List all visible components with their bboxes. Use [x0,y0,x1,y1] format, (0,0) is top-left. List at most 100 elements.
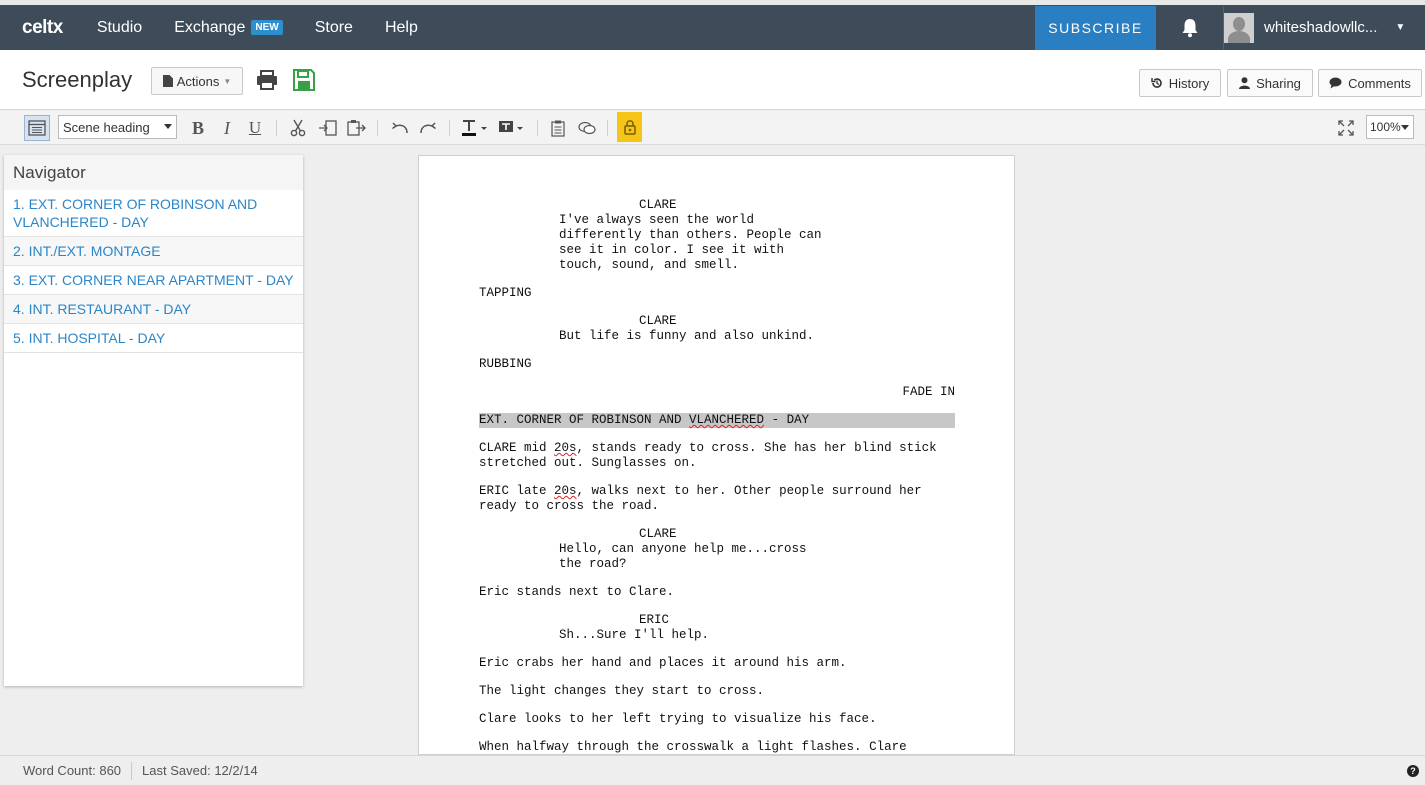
fullscreen-button[interactable] [1336,116,1356,140]
celtx-logo[interactable]: celtx [22,17,63,39]
comment-icon [1329,77,1342,89]
action-line: CLARE mid 20s, stands ready to cross. Sh… [479,441,937,470]
avatar [1224,12,1254,43]
status-divider [131,761,133,780]
dialogue: Sh...Sure I'll help. [559,628,710,642]
scene-item[interactable]: 3. EXT. CORNER NEAR APARTMENT - DAY [4,266,303,295]
highlight-color-button[interactable] [497,116,527,140]
character-name: CLARE [639,198,677,212]
actions-label: Actions [176,73,220,89]
chevron-down-icon [164,124,172,129]
misspelled-word: VLANCHERED [689,413,765,427]
scene-item[interactable]: 1. EXT. CORNER OF ROBINSON AND VLANCHERE… [4,190,303,237]
comments-button[interactable]: Comments [1318,69,1422,97]
scene-navigator-panel: Navigator 1. EXT. CORNER OF ROBINSON AND… [4,155,303,686]
character-name: ERIC [639,613,670,627]
navigator-toggle-button[interactable] [24,115,50,141]
user-icon [1239,77,1251,89]
nav-store[interactable]: Store [315,19,353,37]
toolbar-divider [377,120,378,136]
script-body[interactable]: CLARE I've always seen the world differe… [479,198,955,754]
status-bar: Word Count: 860 Last Saved: 12/2/14 ? [0,755,1425,785]
bold-button[interactable]: B [188,116,208,140]
new-badge: NEW [251,20,283,35]
action-line: The light changes they start to cross. [479,684,765,698]
lock-icon [623,120,636,135]
list-view-icon [28,120,46,136]
word-count: Word Count: 860 [23,763,122,778]
document-title-bar: Screenplay Actions ▼ History Sharing Com… [0,50,1425,110]
save-icon [293,69,315,91]
last-saved: Last Saved: 12/2/14 [142,763,258,778]
notifications-button[interactable] [1156,5,1224,50]
chevron-down-icon: ▼ [1395,22,1406,33]
history-icon [1151,78,1162,88]
nav-help[interactable]: Help [385,19,418,37]
nav-studio[interactable]: Studio [97,19,142,37]
print-button[interactable] [255,68,279,92]
actions-dropdown-button[interactable]: Actions ▼ [151,67,243,95]
dialogue: Hello, can anyone help me...cross the ro… [559,542,807,571]
help-icon[interactable]: ? [1407,765,1419,777]
text-color-button[interactable] [460,116,490,140]
paste-icon [347,120,366,136]
subscribe-button[interactable]: SUBSCRIBE [1035,5,1156,50]
chat-bubbles-icon [578,121,596,134]
zoom-select[interactable]: 100% [1366,115,1414,139]
username: whiteshadowllc... [1264,19,1378,36]
transition: FADE IN [902,385,955,399]
misspelled-word: 20s [554,484,577,498]
scene-item[interactable]: 5. INT. HOSPITAL - DAY [4,324,303,353]
notes-button[interactable] [548,116,568,140]
chevron-down-icon [1401,125,1409,130]
sharing-button[interactable]: Sharing [1227,69,1313,97]
element-type-value: Scene heading [63,119,150,135]
history-button[interactable]: History [1139,69,1221,97]
printer-icon [257,70,277,90]
chevron-down-icon: ▼ [223,76,232,86]
editor-toolbar: Scene heading B I U 100% [0,111,1425,145]
navigator-title: Navigator [4,155,303,190]
highlight-icon [499,121,523,132]
character-name: CLARE [639,314,677,328]
expand-icon [1338,120,1354,136]
character-name: CLARE [639,527,677,541]
chat-button[interactable] [576,116,598,140]
toolbar-divider [276,120,277,136]
copy-button[interactable] [317,116,339,140]
top-right-controls: SUBSCRIBE whiteshadowllc... ▼ [1035,5,1425,50]
action-line: RUBBING [479,357,532,371]
scene-heading: EXT. CORNER OF ROBINSON AND VLANCHERED -… [479,413,955,428]
redo-icon [420,122,436,134]
toolbar-divider [607,120,608,136]
undo-button[interactable] [389,116,411,140]
user-menu[interactable]: whiteshadowllc... ▼ [1224,6,1425,50]
scissors-icon [290,119,306,137]
document-icon [162,75,173,87]
clipboard-icon [551,120,565,137]
save-button[interactable] [292,68,316,92]
scene-list: 1. EXT. CORNER OF ROBINSON AND VLANCHERE… [4,190,303,353]
bell-icon [1182,18,1197,37]
toolbar-divider [449,120,450,136]
cut-button[interactable] [288,116,308,140]
italic-button[interactable]: I [217,116,237,140]
nav-exchange-label: Exchange [174,18,246,36]
action-line: ERIC late 20s, walks next to her. Other … [479,484,922,513]
lock-button[interactable] [617,112,642,142]
scene-item[interactable]: 2. INT./EXT. MONTAGE [4,237,303,266]
redo-button[interactable] [417,116,439,140]
nav-exchange[interactable]: Exchange NEW [174,19,283,37]
script-page[interactable]: CLARE I've always seen the world differe… [418,155,1015,755]
scene-item[interactable]: 4. INT. RESTAURANT - DAY [4,295,303,324]
paste-button[interactable] [345,116,367,140]
misspelled-word: 20s [554,441,577,455]
action-line: TAPPING [479,286,532,300]
action-line: Eric crabs her hand and places it around… [479,656,847,670]
underline-button[interactable]: U [245,116,265,140]
copy-icon [319,120,337,136]
page-title: Screenplay [22,67,133,92]
action-line: Clare looks to her left trying to visual… [479,712,877,726]
action-line: When halfway through the crosswalk a lig… [479,740,907,754]
element-type-select[interactable]: Scene heading [58,115,177,139]
